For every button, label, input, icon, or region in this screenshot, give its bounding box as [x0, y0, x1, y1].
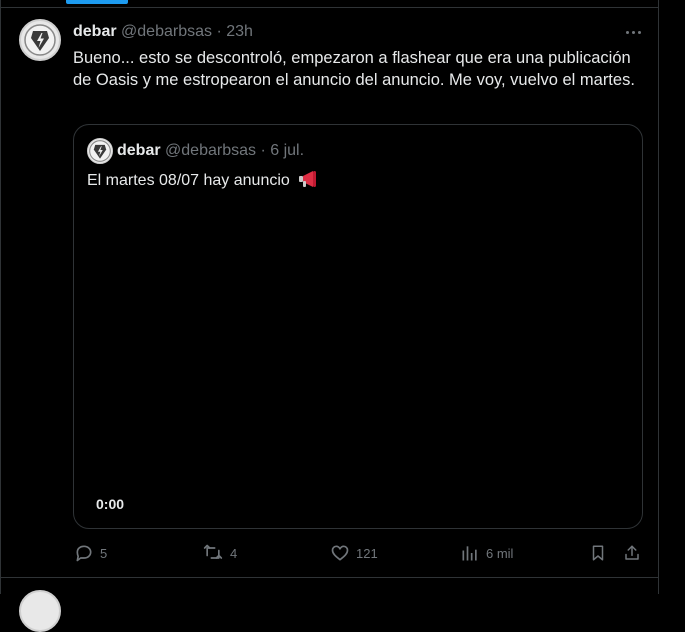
tweet-text: Bueno... esto se descontroló, empezaron … — [73, 49, 635, 89]
video-timestamp: 0:00 — [96, 496, 125, 512]
separator: · — [260, 142, 266, 159]
like-button[interactable]: 121 — [330, 541, 378, 565]
repost-icon — [203, 544, 223, 559]
author-handle[interactable]: @debarbsas — [121, 23, 212, 40]
divider — [0, 7, 659, 8]
quoted-author-handle: @debarbsas — [165, 142, 256, 159]
next-tweet-avatar[interactable] — [19, 590, 61, 632]
avatar[interactable] — [19, 19, 61, 61]
view-count: 6 mil — [486, 545, 514, 561]
share-icon — [625, 545, 639, 560]
repost-button[interactable]: 4 — [202, 541, 237, 565]
quoted-tweet-text: El martes 08/07 hay anuncio — [87, 172, 290, 189]
timestamp[interactable]: 23h — [226, 23, 253, 40]
reply-count: 5 — [100, 545, 108, 561]
bookmark-icon — [592, 545, 604, 561]
lightning-logo-icon — [89, 140, 111, 162]
views-button[interactable]: 6 mil — [460, 541, 513, 565]
bookmark-button[interactable] — [589, 541, 607, 565]
heart-icon — [331, 545, 349, 561]
more-options-button[interactable] — [622, 22, 644, 42]
divider — [0, 577, 659, 578]
dot-icon — [637, 30, 641, 34]
repost-count: 4 — [230, 545, 238, 561]
dot-icon — [631, 30, 635, 34]
quoted-avatar[interactable] — [87, 138, 113, 164]
lightning-logo-icon — [24, 24, 56, 56]
share-button[interactable] — [623, 541, 641, 565]
dot-icon — [625, 30, 629, 34]
active-tab-indicator — [66, 0, 128, 4]
reply-button[interactable]: 5 — [74, 541, 107, 565]
tweet-header: debar @debarbsas · 23h — [73, 22, 253, 42]
quoted-tweet-text-line: El martes 08/07 hay anuncio — [87, 170, 318, 192]
megaphone-icon — [299, 171, 317, 187]
quoted-timestamp: 6 jul. — [270, 142, 305, 159]
reply-icon — [76, 545, 92, 562]
separator: · — [216, 23, 222, 40]
author-name[interactable]: debar — [73, 23, 117, 40]
quoted-author-name: debar — [117, 142, 161, 159]
analytics-icon — [462, 546, 477, 561]
like-count: 121 — [356, 545, 378, 561]
quoted-tweet-header: debar @debarbsas · 6 jul. — [117, 141, 304, 161]
